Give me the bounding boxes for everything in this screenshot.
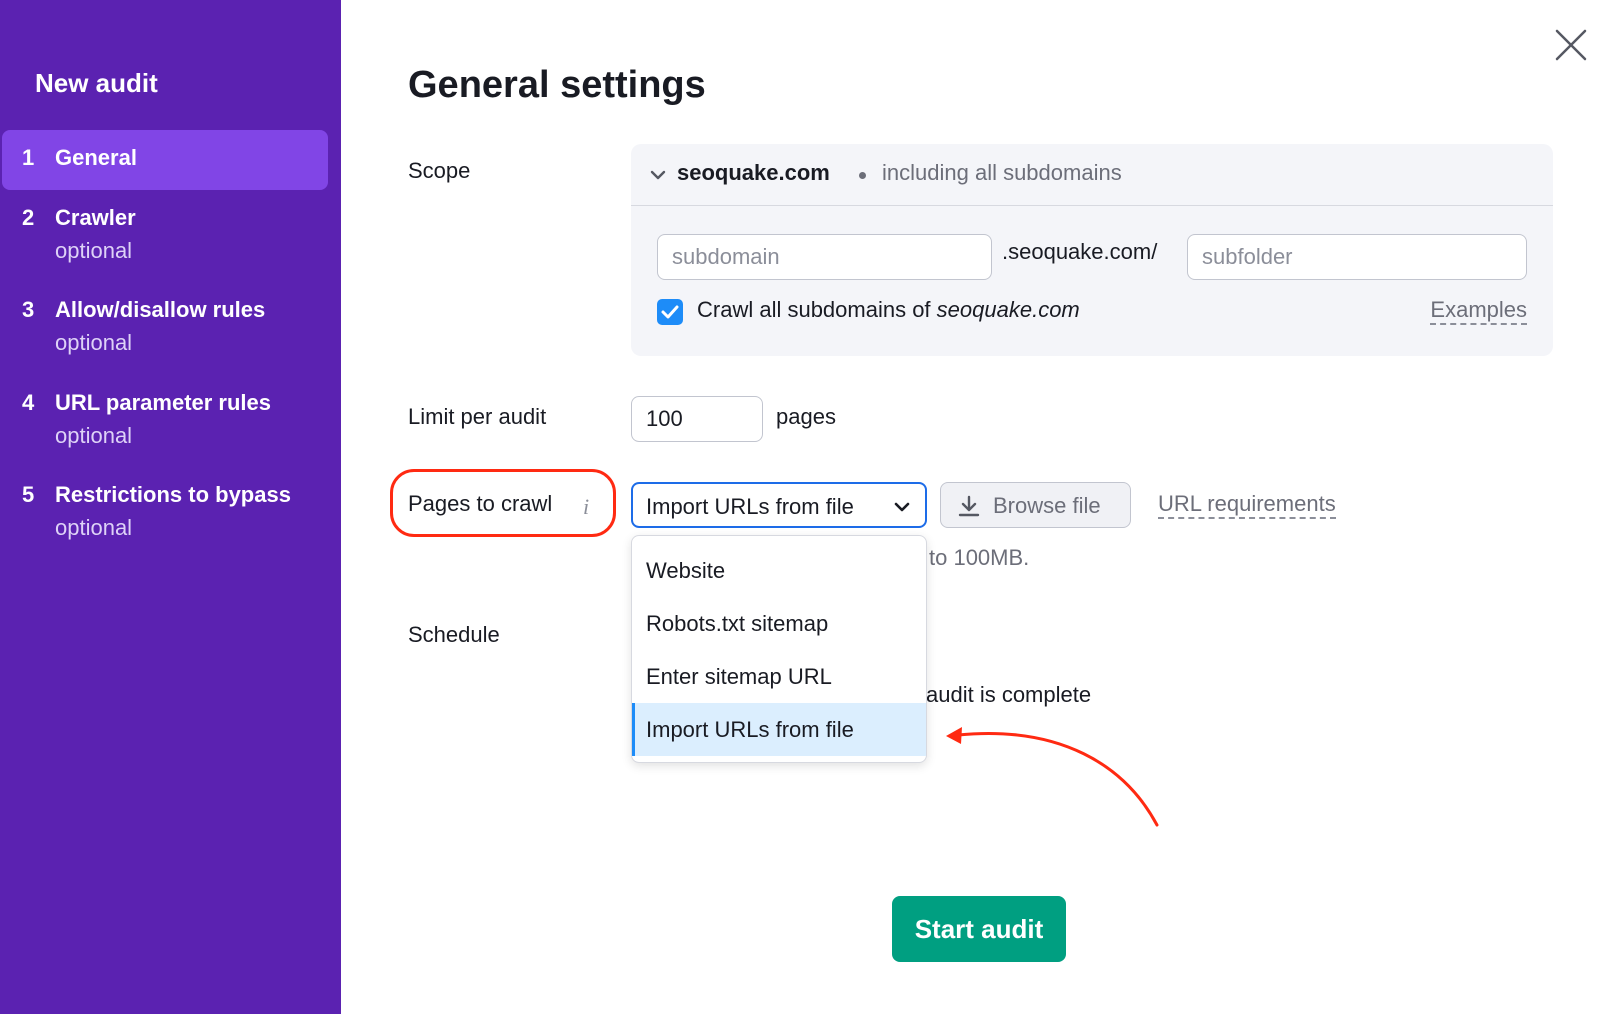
scope-header[interactable]: seoquake.com including all subdomains [631,144,1553,206]
examples-link[interactable]: Examples [1430,297,1527,325]
step-number: 2 [22,205,35,230]
step-optional-label: optional [55,238,133,263]
checkbox-label-domain: seoquake.com [936,297,1080,322]
dropdown-option-import-urls[interactable]: Import URLs from file [632,703,926,756]
step-label: General [55,145,137,170]
dropdown-option-website[interactable]: Website [632,544,926,597]
sidebar-title: New audit [35,68,158,98]
separator-dot [859,172,866,179]
dropdown-option-robots-sitemap[interactable]: Robots.txt sitemap [632,597,926,650]
file-size-hint: to 100MB. [929,545,1030,570]
step-number: 5 [22,482,35,507]
schedule-label: Schedule [408,622,500,647]
scope-label: Scope [408,158,471,183]
step-label: Restrictions to bypass [55,482,291,507]
checkbox-label-prefix: Crawl all subdomains of [697,297,937,322]
scope-domain: seoquake.com [677,160,830,185]
limit-unit: pages [776,404,836,429]
sidebar-step-allow-disallow[interactable]: 3 Allow/disallow rules optional [2,297,328,363]
step-optional-label: optional [55,330,133,355]
step-optional-label: optional [55,515,133,540]
sidebar-step-restrictions[interactable]: 5 Restrictions to bypass optional [2,482,328,548]
pages-to-crawl-label: Pages to crawl [408,491,553,516]
limit-input[interactable] [631,396,763,442]
step-optional-label: optional [55,423,133,448]
crawl-subdomains-checkbox[interactable] [657,299,683,325]
step-number: 3 [22,297,35,322]
info-icon[interactable]: i [583,494,589,520]
sidebar-step-url-parameters[interactable]: 4 URL parameter rules optional [2,390,328,456]
select-value: Import URLs from file [646,494,854,519]
download-icon [958,495,980,517]
pages-to-crawl-select[interactable]: Import URLs from file [631,482,927,528]
domain-suffix: .seoquake.com/ [1002,239,1158,264]
url-requirements-link[interactable]: URL requirements [1158,491,1336,519]
crawl-subdomains-label: Crawl all subdomains of seoquake.com [697,297,1080,323]
checkmark-icon [661,305,679,319]
pages-to-crawl-dropdown: Website Robots.txt sitemap Enter sitemap… [631,535,927,763]
scope-panel: seoquake.com including all subdomains .s… [631,144,1553,356]
sidebar: New audit 1 General 2 Crawler optional 3… [0,0,341,1014]
browse-file-button[interactable]: Browse file [940,482,1131,528]
chevron-down-icon [650,170,666,180]
chevron-down-icon [894,502,910,512]
step-number: 4 [22,390,35,415]
limit-label: Limit per audit [408,404,547,429]
scope-note: including all subdomains [882,160,1122,185]
browse-file-label: Browse file [993,493,1101,518]
subfolder-input[interactable] [1187,234,1527,280]
step-label: Crawler [55,205,136,230]
dropdown-option-enter-sitemap-url[interactable]: Enter sitemap URL [632,650,926,703]
subdomain-input[interactable] [657,234,992,280]
schedule-notify-text: audit is complete [926,682,1092,707]
sidebar-step-crawler[interactable]: 2 Crawler optional [2,205,328,271]
close-icon[interactable] [1554,28,1588,62]
step-label: URL parameter rules [55,390,272,415]
step-number: 1 [22,145,35,170]
step-label: Allow/disallow rules [55,297,266,322]
sidebar-step-general[interactable]: 1 General [2,130,328,190]
page-title: General settings [408,64,706,106]
annotation-arrow-icon [946,727,1159,827]
start-audit-button[interactable]: Start audit [892,896,1066,962]
